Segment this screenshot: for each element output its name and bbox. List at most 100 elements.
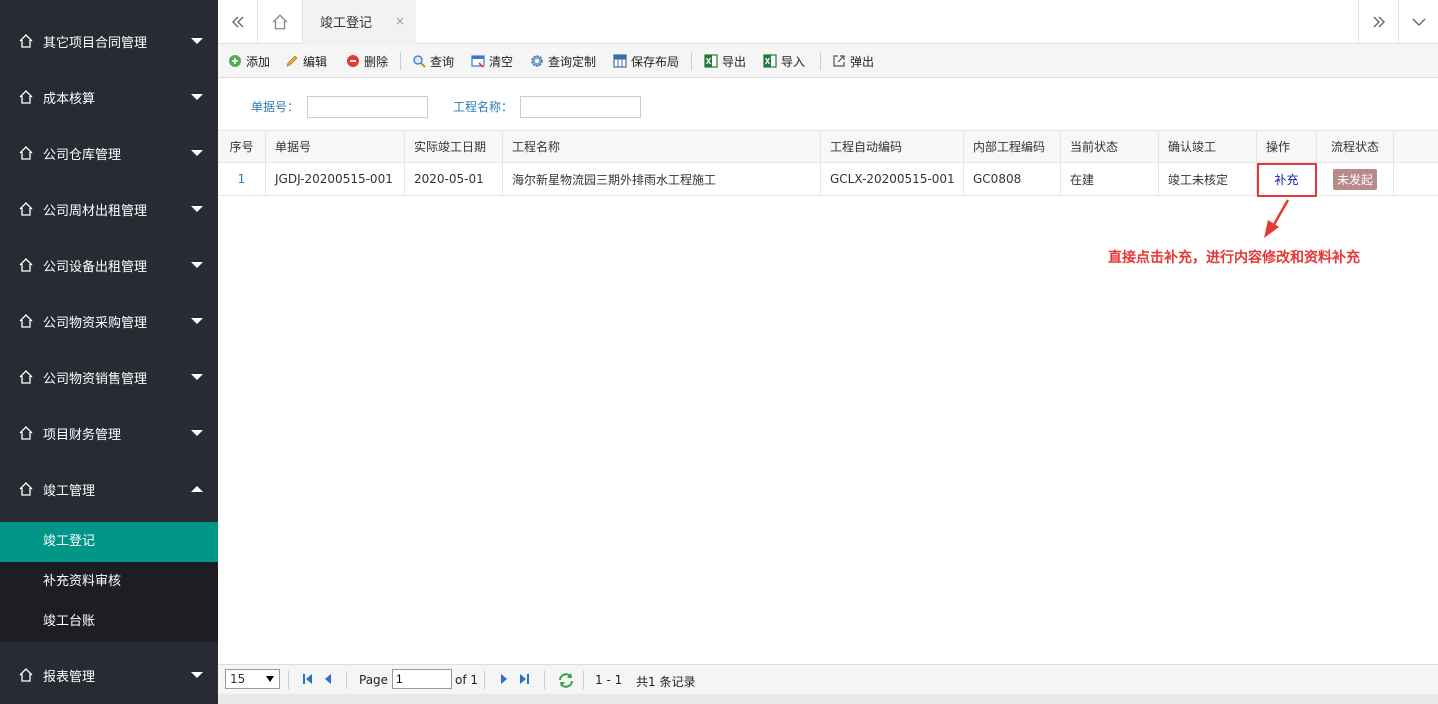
- status-badge: 未发起: [1332, 168, 1377, 190]
- popup-button[interactable]: 弹出: [832, 51, 874, 71]
- doc-no-input[interactable]: [307, 96, 428, 118]
- project-name-input[interactable]: [520, 96, 641, 118]
- edit-label: 编辑: [303, 54, 328, 69]
- query-custom-button[interactable]: 查询定制: [530, 51, 596, 71]
- page-total-label: of 1: [455, 673, 479, 687]
- sidebar-item-warehouse[interactable]: 公司仓库管理: [0, 125, 218, 181]
- add-icon: [229, 55, 241, 67]
- column-header[interactable]: 操作: [1257, 131, 1317, 162]
- home-icon: [19, 90, 33, 104]
- home-tab-button[interactable]: [258, 0, 303, 43]
- page-size-select[interactable]: 15: [225, 669, 280, 689]
- main-area: 竣工登记 × 添加 编辑 删除 查询 清空 查询定制 保存布局 导出 导入 弹出…: [218, 0, 1438, 704]
- annotation-arrow-icon: [1264, 199, 1290, 238]
- pencil-icon: [286, 55, 298, 67]
- excel-icon: [704, 54, 718, 68]
- add-button[interactable]: 添加: [228, 51, 270, 71]
- column-header[interactable]: 单据号: [266, 131, 405, 162]
- pager-divider: [288, 671, 289, 689]
- sidebar-item-reports[interactable]: 报表管理: [0, 647, 218, 703]
- pager-footer-strip: [218, 694, 1438, 704]
- column-header[interactable]: 工程名称: [503, 131, 821, 162]
- sidebar-item-other-contracts[interactable]: 其它项目合同管理: [0, 13, 218, 69]
- tab-label: 竣工登记: [320, 16, 373, 31]
- tab-completion-register[interactable]: 竣工登记 ×: [303, 0, 416, 44]
- caret-down-icon: [191, 672, 203, 678]
- tab-menu-button[interactable]: [1398, 0, 1438, 43]
- delete-label: 删除: [364, 54, 389, 69]
- caret-down-icon: [191, 38, 203, 44]
- delete-button[interactable]: 删除: [346, 51, 388, 71]
- sidebar-item-completion[interactable]: 竣工管理: [0, 461, 218, 517]
- sidebar-item-label: 公司设备出租管理: [43, 259, 148, 275]
- column-header[interactable]: 流程状态: [1317, 131, 1394, 162]
- sidebar-item-purchase[interactable]: 公司物资采购管理: [0, 293, 218, 349]
- scroll-right-button[interactable]: [1358, 0, 1398, 43]
- external-link-icon: [833, 55, 845, 67]
- pager-divider: [583, 671, 584, 689]
- column-header[interactable]: 工程自动编码: [821, 131, 964, 162]
- sidebar-item-label: 竣工管理: [43, 483, 96, 499]
- column-header[interactable]: 确认竣工: [1159, 131, 1257, 162]
- sub-item-completion-register[interactable]: 竣工登记: [0, 522, 218, 562]
- sidebar-item-label: 项目财务管理: [43, 427, 122, 443]
- prev-page-icon[interactable]: [321, 672, 335, 686]
- caret-down-icon: [191, 206, 203, 212]
- next-page-icon[interactable]: [497, 672, 511, 686]
- sidebar-item-material-rental[interactable]: 公司周材出租管理: [0, 181, 218, 237]
- query-label: 查询: [430, 54, 455, 69]
- sidebar-item-equipment-rental[interactable]: 公司设备出租管理: [0, 237, 218, 293]
- refresh-icon[interactable]: [557, 672, 575, 688]
- page-size-value: 15: [230, 672, 246, 686]
- search-panel: 单据号： 工程名称：: [218, 79, 1438, 131]
- scroll-left-button[interactable]: [218, 0, 258, 43]
- save-layout-button[interactable]: 保存布局: [613, 51, 679, 71]
- query-button[interactable]: 查询: [412, 51, 454, 71]
- sub-item-completion-ledger[interactable]: 竣工台账: [0, 602, 218, 642]
- gear-icon: [531, 55, 543, 67]
- home-icon: [19, 668, 33, 682]
- home-icon: [19, 34, 33, 48]
- import-button[interactable]: 导入: [763, 51, 805, 71]
- clear-button[interactable]: 清空: [471, 51, 513, 71]
- excel-icon: [763, 54, 777, 68]
- edit-button[interactable]: 编辑: [285, 51, 327, 71]
- home-icon: [19, 146, 33, 160]
- caret-down-icon: [191, 94, 203, 100]
- close-icon[interactable]: ×: [395, 14, 405, 28]
- caret-down-icon: [191, 374, 203, 380]
- row-doc-no: JGDJ-20200515-001: [266, 163, 405, 195]
- row-auto-code: GCLX-20200515-001: [821, 163, 964, 195]
- caret-down-icon: [191, 150, 203, 156]
- double-chevron-left-icon: [231, 16, 243, 27]
- column-header[interactable]: 当前状态: [1061, 131, 1159, 162]
- sidebar-item-sales[interactable]: 公司物资销售管理: [0, 349, 218, 405]
- table-row[interactable]: 1 JGDJ-20200515-001 2020-05-01 海尔新星物流园三期…: [218, 163, 1438, 196]
- row-completion-date: 2020-05-01: [405, 163, 503, 195]
- home-icon: [19, 258, 33, 272]
- last-page-icon[interactable]: [517, 672, 531, 686]
- sidebar-item-cost[interactable]: 成本核算: [0, 69, 218, 125]
- clear-icon: [471, 55, 485, 68]
- record-range: 1 - 1: [595, 673, 623, 687]
- double-chevron-right-icon: [1373, 16, 1385, 27]
- highlight-box: [1257, 163, 1317, 197]
- first-page-icon[interactable]: [301, 672, 315, 686]
- row-project-name: 海尔新星物流园三期外排雨水工程施工: [503, 163, 821, 195]
- import-label: 导入: [781, 54, 806, 69]
- toolbar: 添加 编辑 删除 查询 清空 查询定制 保存布局 导出 导入 弹出: [218, 44, 1438, 78]
- page-number-input[interactable]: [392, 669, 452, 689]
- export-button[interactable]: 导出: [704, 51, 746, 71]
- column-header[interactable]: 内部工程编码: [964, 131, 1061, 162]
- sidebar: 其它项目合同管理 成本核算 公司仓库管理 公司周材出租管理 公司设备出租管理 公…: [0, 0, 218, 704]
- sub-item-supplement-review[interactable]: 补充资料审核: [0, 562, 218, 602]
- search-icon: [413, 55, 426, 68]
- sidebar-item-label: 其它项目合同管理: [43, 35, 148, 51]
- sidebar-item-label: 公司物资采购管理: [43, 315, 148, 331]
- column-header[interactable]: 序号: [218, 131, 266, 162]
- save-layout-label: 保存布局: [631, 54, 680, 69]
- column-header[interactable]: 实际竣工日期: [405, 131, 503, 162]
- sidebar-item-finance[interactable]: 项目财务管理: [0, 405, 218, 461]
- caret-down-icon: [191, 318, 203, 324]
- delete-icon: [347, 55, 359, 67]
